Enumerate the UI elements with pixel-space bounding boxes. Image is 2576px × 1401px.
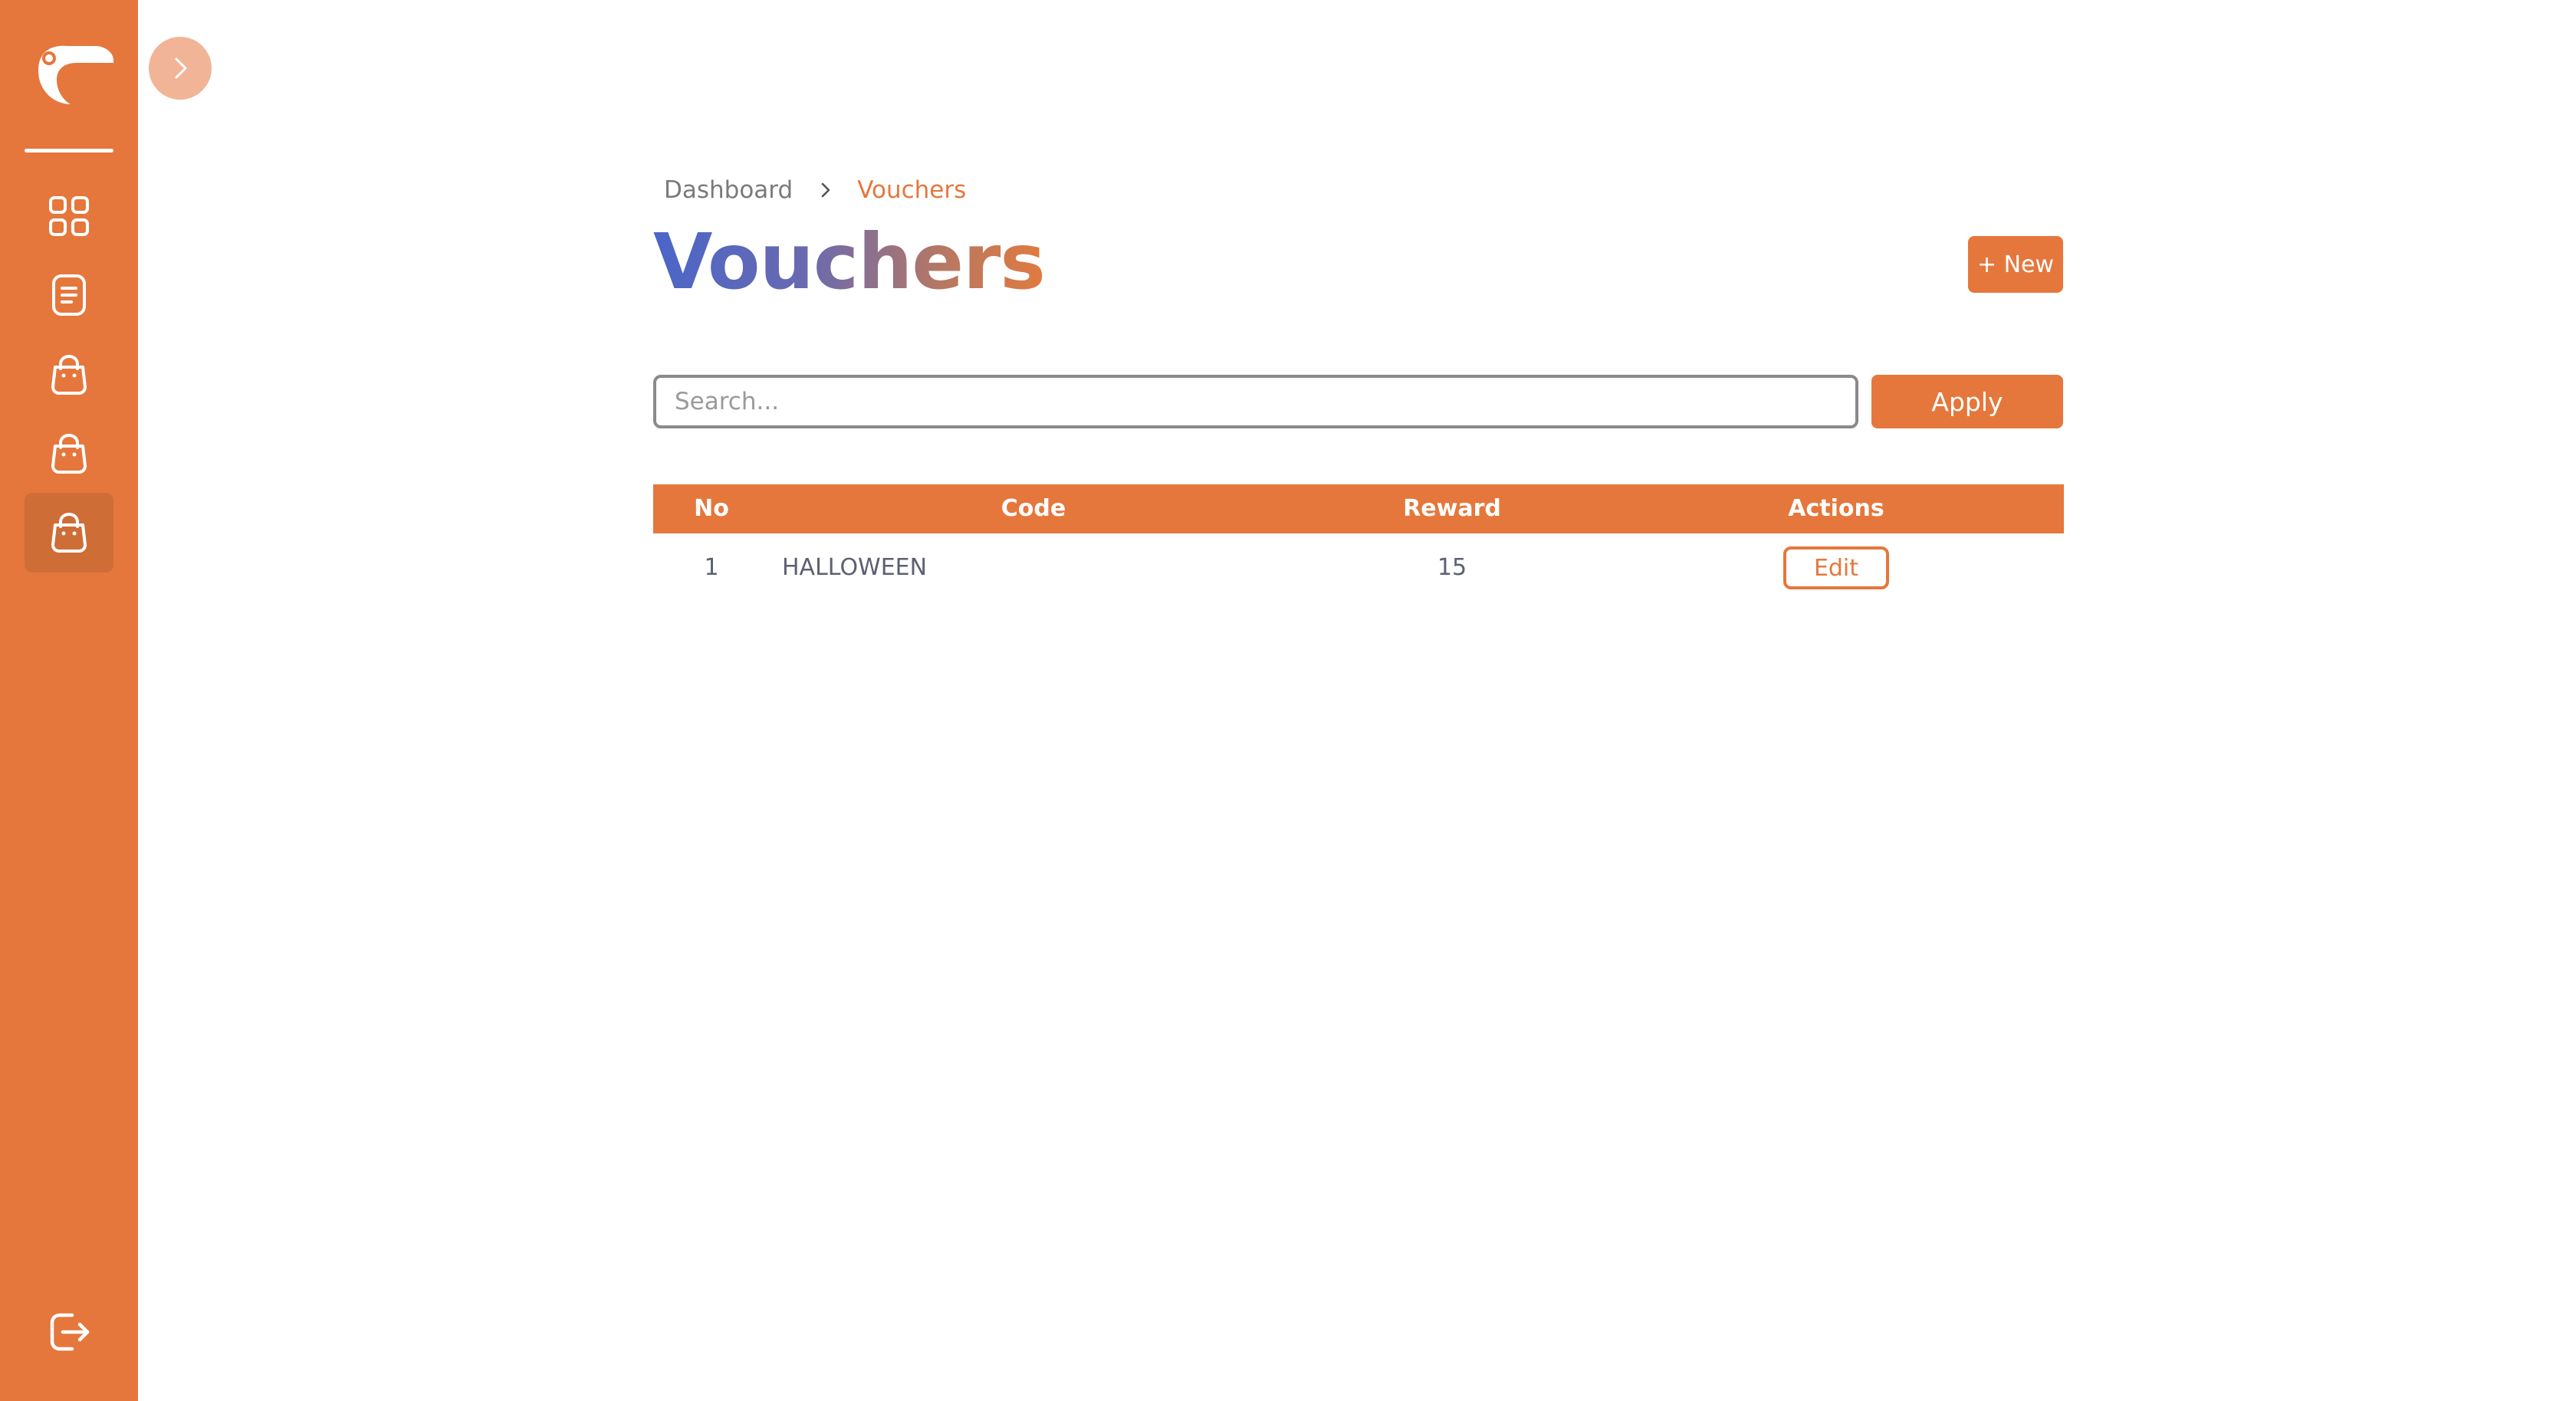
table-header: No Code Reward Actions — [653, 484, 2064, 533]
cell-reward: 15 — [1437, 554, 1467, 581]
logout-button[interactable] — [25, 1291, 113, 1373]
chevron-right-icon — [175, 57, 187, 79]
column-header-code: Code — [1001, 495, 1066, 522]
toucan-logo[interactable] — [21, 37, 114, 110]
sidebar-item-documents[interactable] — [25, 255, 113, 335]
sidebar-item-dashboard[interactable] — [25, 176, 113, 256]
edit-button[interactable]: Edit — [1783, 546, 1889, 589]
logout-icon — [50, 1313, 90, 1351]
sidebar-toggle-button[interactable] — [149, 37, 212, 100]
sidebar-item-shop-2[interactable] — [25, 414, 113, 494]
cell-code: HALLOWEEN — [782, 554, 928, 581]
apply-button[interactable]: Apply — [1871, 375, 2063, 428]
breadcrumb: Dashboard Vouchers — [664, 172, 966, 208]
shopping-bag-icon — [51, 433, 87, 474]
search-input[interactable] — [653, 375, 1858, 428]
table-row: 1 HALLOWEEN 15 Edit — [653, 533, 2064, 602]
sidebar-item-shop-1[interactable] — [25, 335, 113, 415]
column-header-no: No — [694, 495, 729, 522]
page-title: Vouchers — [653, 217, 1046, 307]
shopping-bag-icon — [51, 512, 87, 553]
document-icon — [52, 274, 86, 316]
chevron-right-icon — [817, 182, 834, 199]
grid-icon — [49, 196, 89, 236]
new-voucher-button[interactable]: + New — [1968, 236, 2063, 293]
sidebar-item-vouchers[interactable] — [25, 493, 113, 573]
column-header-actions: Actions — [1788, 495, 1884, 522]
shopping-bag-icon — [51, 354, 87, 395]
sidebar — [0, 0, 138, 1401]
cell-no: 1 — [704, 554, 719, 581]
vouchers-table: No Code Reward Actions 1 HALLOWEEN 15 Ed… — [653, 484, 2064, 602]
column-header-reward: Reward — [1403, 495, 1501, 522]
breadcrumb-dashboard[interactable]: Dashboard — [664, 176, 793, 204]
breadcrumb-vouchers: Vouchers — [857, 176, 967, 204]
sidebar-divider — [25, 149, 113, 153]
